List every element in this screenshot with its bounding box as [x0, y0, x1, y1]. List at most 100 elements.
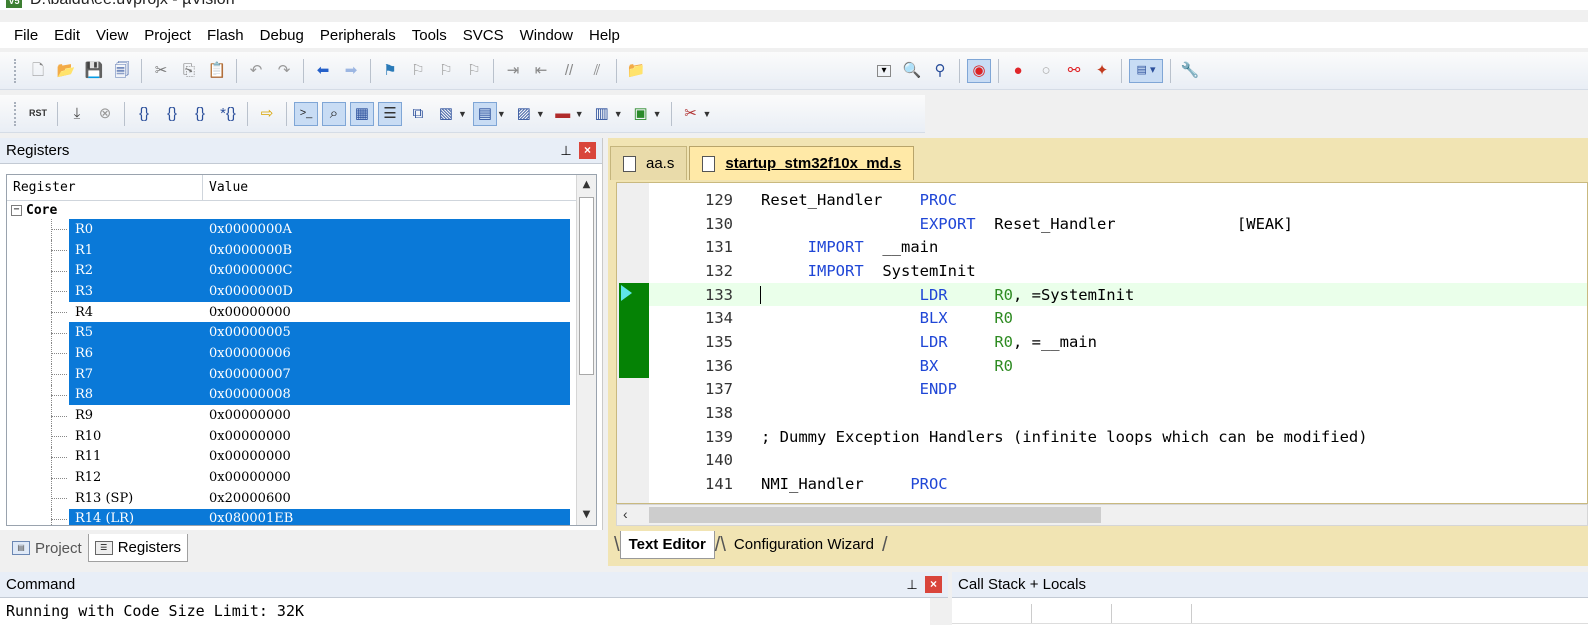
register-row[interactable]: R9 0x00000000 [7, 405, 596, 426]
find-in-files-icon[interactable]: 📁 [624, 59, 648, 83]
register-value[interactable]: 0x080001EB [203, 508, 570, 525]
register-row[interactable]: R5 0x00000005 [7, 322, 596, 344]
show-next-statement-icon[interactable]: ⇨ [255, 102, 279, 126]
watch-window-icon[interactable]: ▧ [434, 102, 458, 126]
close-icon[interactable]: × [925, 576, 942, 593]
run-icon[interactable]: ⤓ [65, 102, 89, 126]
current-code-line[interactable]: 133 LDR R0, =SystemInit [649, 282, 1587, 307]
code-line[interactable]: 137 ENDP [649, 378, 1587, 402]
configure-tools-icon[interactable]: 🔧 [1178, 59, 1202, 83]
find-icon[interactable]: 🔍 [900, 59, 924, 83]
nav-forward-icon[interactable]: ➡ [339, 59, 363, 83]
debug-session-icon[interactable]: ◉ [967, 58, 991, 83]
register-group-core[interactable]: − Core [7, 201, 596, 219]
breakpoint-icon[interactable]: ● [1006, 59, 1030, 83]
step-into-icon[interactable]: {} [132, 102, 156, 126]
code-line[interactable]: 131 IMPORT __main [649, 235, 1587, 259]
register-value[interactable]: 0x00000000 [203, 405, 570, 426]
pin-icon[interactable]: ⊥ [557, 143, 575, 159]
register-row[interactable]: R4 0x00000000 [7, 301, 596, 323]
tab-aa-s[interactable]: aa.s [610, 146, 688, 180]
register-row[interactable]: R13 (SP) 0x20000600 [7, 487, 596, 509]
window-layout-icon[interactable]: ▤ ▾ [1129, 58, 1163, 83]
system-viewer-icon[interactable]: ▣ [629, 102, 653, 126]
clear-bookmarks-icon[interactable]: ⚐ [462, 59, 486, 83]
save-icon[interactable]: 💾 [82, 59, 106, 83]
menu-edit[interactable]: Edit [46, 27, 88, 44]
register-value[interactable]: 0x0000000B [203, 239, 570, 261]
code-line[interactable]: 140 [649, 449, 1587, 473]
close-icon[interactable]: × [579, 142, 596, 159]
scroll-left-icon[interactable]: ‹ [623, 506, 628, 522]
command-window-icon[interactable]: >_ [294, 101, 318, 126]
menu-debug[interactable]: Debug [252, 27, 312, 44]
scroll-thumb[interactable] [579, 197, 594, 375]
tab-configuration-wizard[interactable]: Configuration Wizard [726, 531, 882, 559]
code-line[interactable]: 129 Reset_Handler PROC [649, 188, 1587, 212]
register-value[interactable]: 0x00000000 [203, 426, 570, 447]
unindent-icon[interactable]: ⇤ [529, 59, 553, 83]
code-line[interactable]: 141 NMI_Handler PROC [649, 472, 1587, 496]
prev-bookmark-icon[interactable]: ⚐ [406, 59, 430, 83]
register-row[interactable]: R0 0x0000000A [7, 219, 596, 240]
next-bookmark-icon[interactable]: ⚐ [434, 59, 458, 83]
code-line[interactable]: 134 BLX R0 [649, 306, 1587, 330]
analysis-window-icon[interactable]: ▬ [551, 102, 575, 126]
menu-tools[interactable]: Tools [404, 27, 455, 44]
memory-window-icon[interactable]: ▤ [472, 101, 497, 126]
toolbox-icon[interactable]: ✂ [679, 102, 703, 126]
indent-icon[interactable]: ⇥ [501, 59, 525, 83]
cut-icon[interactable]: ✂ [149, 59, 173, 83]
stop-icon[interactable]: ⊗ [93, 102, 117, 126]
menu-flash[interactable]: Flash [199, 27, 252, 44]
menu-peripherals[interactable]: Peripherals [312, 27, 404, 44]
disassembly-window-icon[interactable]: ⌕ [322, 101, 346, 126]
register-value[interactable]: 0x00000000 [203, 467, 570, 488]
register-row[interactable]: R8 0x00000008 [7, 384, 596, 406]
tab-project[interactable]: ▤ Project [6, 534, 88, 562]
editor-horizontal-scrollbar[interactable]: ‹ [616, 504, 1588, 526]
menu-file[interactable]: File [6, 27, 46, 44]
register-row[interactable]: R14 (LR) 0x080001EB [7, 508, 596, 525]
redo-icon[interactable]: ↷ [272, 59, 296, 83]
dropdown-toggle-icon[interactable]: ▾ [872, 59, 896, 83]
copy-icon[interactable]: ⎘ [177, 59, 201, 83]
save-all-icon[interactable]: 🗐 [110, 59, 134, 83]
column-header-value[interactable]: Value [203, 175, 596, 200]
step-over-icon[interactable]: {} [160, 102, 184, 126]
register-value[interactable]: 0x0000000A [203, 219, 570, 240]
incremental-find-icon[interactable]: ⚲ [928, 59, 952, 83]
paste-icon[interactable]: 📋 [205, 59, 229, 83]
serial-window-icon[interactable]: ▨ [512, 102, 536, 126]
register-value[interactable]: 0x00000000 [203, 447, 570, 468]
code-line[interactable]: 130 EXPORT Reset_Handler [WEAK] [649, 212, 1587, 236]
code-line[interactable]: 132 IMPORT SystemInit [649, 259, 1587, 283]
register-value[interactable]: 0x00000000 [203, 302, 570, 323]
nav-back-icon[interactable]: ⬅ [311, 59, 335, 83]
tab-registers[interactable]: ☰ Registers [87, 534, 189, 562]
tab-text-editor[interactable]: Text Editor [619, 531, 715, 559]
register-row[interactable]: R2 0x0000000C [7, 260, 596, 282]
code-editor[interactable]: 129 Reset_Handler PROC 130 EXPORT Reset_Ha… [616, 182, 1588, 504]
reset-icon[interactable]: RST [26, 102, 50, 126]
tab-startup-file[interactable]: startup_stm32f10x_md.s [689, 146, 915, 180]
uncomment-icon[interactable]: ⫽ [585, 59, 609, 83]
code-line[interactable]: 139 ; Dummy Exception Handlers (infinite … [649, 425, 1587, 449]
collapse-icon[interactable]: − [11, 204, 22, 216]
code-line[interactable]: 135 LDR R0, =__main [649, 330, 1587, 354]
code-line[interactable]: 136 BX R0 [649, 354, 1587, 378]
toolbar-grip[interactable] [14, 101, 18, 126]
register-value[interactable]: 0x00000007 [203, 363, 570, 385]
bookmark-icon[interactable]: ⚑ [378, 59, 402, 83]
column-header-register[interactable]: Register [7, 175, 203, 200]
register-row[interactable]: R1 0x0000000B [7, 239, 596, 261]
register-row[interactable]: R12 0x00000000 [7, 467, 596, 488]
undo-icon[interactable]: ↶ [244, 59, 268, 83]
disable-all-breakpoints-icon[interactable]: ⚯ [1062, 59, 1086, 83]
register-row[interactable]: R11 0x00000000 [7, 446, 596, 468]
register-row[interactable]: R3 0x0000000D [7, 281, 596, 302]
register-value[interactable]: 0x20000600 [203, 488, 570, 509]
menu-view[interactable]: View [88, 27, 136, 44]
registers-vertical-scrollbar[interactable]: ▲ ▼ [576, 175, 596, 525]
disable-breakpoint-icon[interactable]: ○ [1034, 59, 1058, 83]
